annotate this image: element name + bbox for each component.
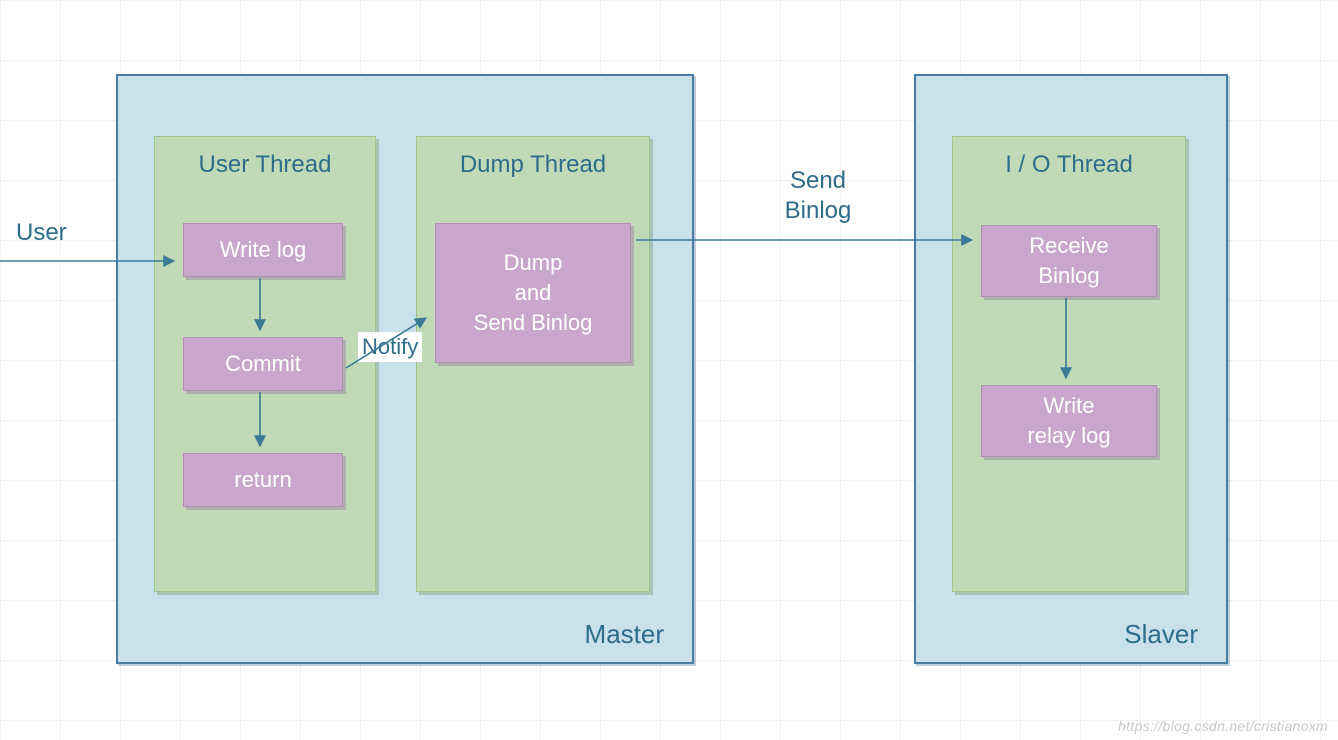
send-binlog-line2: Binlog (785, 197, 852, 224)
io-thread: I / O Thread Receive Binlog Write relay … (952, 136, 1186, 592)
receive-binlog-box: Receive Binlog (981, 225, 1157, 297)
user-thread-title: User Thread (155, 137, 375, 185)
send-binlog-label: Send Binlog (758, 166, 878, 226)
user-label: User (16, 218, 67, 248)
dump-thread-title: Dump Thread (417, 137, 649, 185)
return-box: return (183, 453, 343, 507)
notify-label: Notify (358, 332, 422, 362)
slaver-label: Slaver (1124, 619, 1198, 650)
write-log-box: Write log (183, 223, 343, 277)
slaver-container: Slaver I / O Thread Receive Binlog Write… (914, 74, 1228, 664)
master-container: Master User Thread Write log Commit retu… (116, 74, 694, 664)
diagram-stage: Master User Thread Write log Commit retu… (0, 0, 1338, 740)
master-label: Master (585, 619, 664, 650)
write-relay-box: Write relay log (981, 385, 1157, 457)
dump-thread: Dump Thread Dump and Send Binlog (416, 136, 650, 592)
io-thread-title: I / O Thread (953, 137, 1185, 185)
send-binlog-line1: Send (790, 167, 846, 194)
watermark: https://blog.csdn.net/cristianoxm (1118, 718, 1328, 734)
user-thread: User Thread Write log Commit return (154, 136, 376, 592)
dump-send-box: Dump and Send Binlog (435, 223, 631, 363)
commit-box: Commit (183, 337, 343, 391)
